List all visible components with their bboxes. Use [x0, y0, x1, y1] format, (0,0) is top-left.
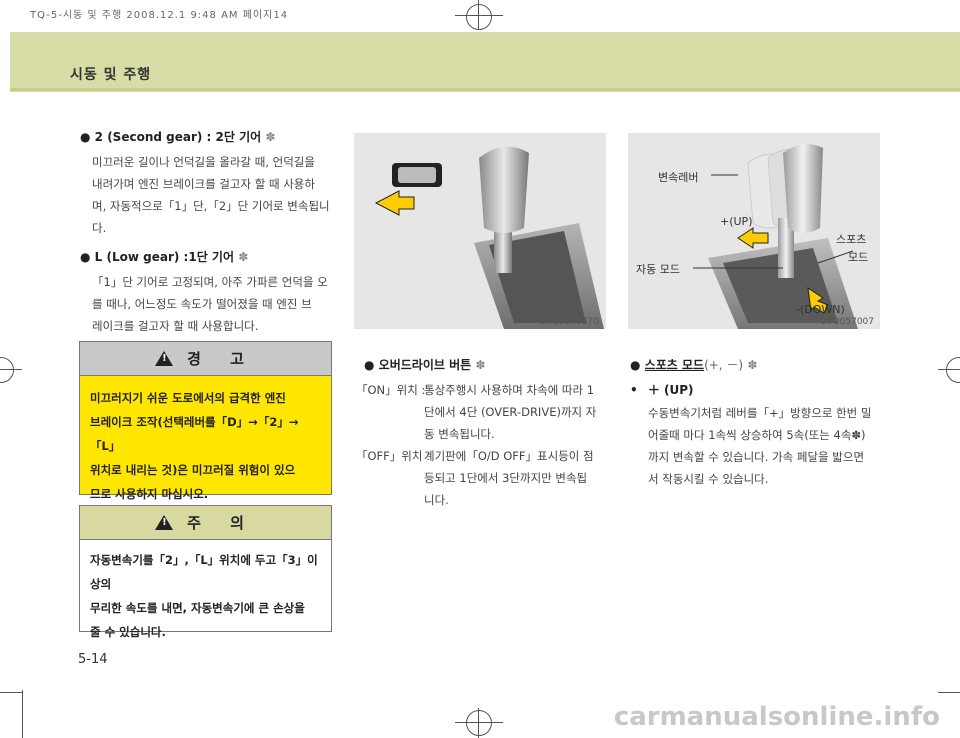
second-gear-section: ● 2 (Second gear) : 2단 기어 ✽ 미끄러운 길이나 언덕길… [80, 128, 335, 239]
on-label: 「ON」위치 : [356, 383, 426, 397]
label-auto-mode: 자동 모드 [636, 263, 680, 276]
star-icon: ✽ [475, 358, 486, 372]
caution-body: 자동변속기를「2」,「L」위치에 두고「3」이상의 무리한 속도를 내면, 자동… [80, 540, 331, 652]
watermark: carmanualsonline.info [613, 702, 940, 732]
up-title: ＋ (UP) [647, 383, 694, 397]
bullet-dot-icon: ● [80, 250, 91, 264]
label-lever: 변속레버 [658, 171, 699, 184]
star-icon: ✽ [265, 130, 276, 144]
page-number: 5-14 [78, 652, 108, 667]
low-gear-heading: ● L (Low gear) :1단 기어 ✽ [80, 248, 335, 265]
second-gear-heading: ● 2 (Second gear) : 2단 기어 ✽ [80, 128, 335, 145]
star-icon: ✽ [747, 358, 758, 372]
text-line: 단에서 4단 (OVER-DRIVE)까지 자 [424, 405, 597, 419]
crop-mark [22, 690, 23, 738]
text-line: 므로 사용하지 마십시오. [90, 487, 209, 501]
sport-mode-illustration: 변속레버 +(UP) 자동 모드 스포츠 모드 -(DOWN) OTQ05700… [628, 133, 880, 329]
sport-mode-heading: ● 스포츠 모드(+, －) ✽ [630, 356, 895, 373]
warning-body: 미끄러지기 쉬운 도로에서의 급격한 엔진 브레이크 조작(선택레버를「D」→「… [80, 376, 331, 516]
text-line: 무리한 속도를 내면, 자동변속기에 큰 손상을 [90, 601, 305, 615]
overdrive-off: 「OFF」위치 : 계기판에「O/D OFF」표시등이 점 등되고 1단에서 3… [356, 445, 621, 511]
overdrive-title: 오버드라이브 버튼 [378, 358, 472, 372]
text-line: 브레이크 조작(선택레버를「D」→「2」→「L」 [90, 415, 299, 453]
overdrive-section: ● 오버드라이브 버튼 ✽ 「ON」위치 : 통상주행시 사용하며 차속에 따라… [356, 356, 621, 511]
star-icon: ✽ [238, 250, 249, 264]
text-line: 통상주행시 사용하며 차속에 따라 1 [424, 383, 595, 397]
gear-shifter-illustration [374, 146, 604, 329]
header-rule [10, 88, 960, 91]
text-line: 니다. [424, 493, 449, 507]
label-sport-mode-1: 스포츠 [836, 233, 867, 246]
image-code: OTQ057007 [819, 317, 874, 327]
text-line: 까지 변속할 수 있습니다. 가속 페달을 밟으면 [648, 450, 865, 464]
text-line: 다. [92, 221, 107, 235]
warning-header: 경 고 [80, 342, 331, 376]
second-gear-text: 미끄러운 길이나 언덕길을 올라갈 때, 언덕길을 내려가며 엔진 브레이크를 … [80, 151, 335, 239]
overdrive-illustration: OTQ057007G [354, 133, 606, 329]
label-sport-mode-2: 모드 [848, 251, 869, 264]
caution-header: 주 의 [80, 506, 331, 540]
crop-mark [0, 692, 22, 693]
bullet-dot-icon: ● [364, 358, 375, 372]
bullet-dot-icon: ● [630, 358, 641, 372]
text-line: 수동변속기처럼 레버를「+」방향으로 한번 밀 [648, 406, 872, 420]
text-line: 줄 수 있습니다. [90, 625, 166, 639]
registration-circle [466, 710, 492, 736]
text-line: 어줄때 마다 1속씩 상승하여 5속(또는 4속✽) [648, 428, 866, 442]
bullet-dot-icon: ● [80, 130, 91, 144]
up-bullet: • [630, 383, 638, 397]
image-code: OTQ057007G [539, 317, 600, 327]
text-line: 위치로 내리는 것)은 미끄러질 위험이 있으 [90, 463, 296, 477]
warning-box: 경 고 미끄러지기 쉬운 도로에서의 급격한 엔진 브레이크 조작(선택레버를「… [79, 341, 332, 501]
text-line: 계기판에「O/D OFF」표시등이 점 [424, 449, 594, 463]
text-line: 「1」단 기어로 고정되며, 아주 가파른 언덕을 오 [92, 275, 328, 289]
up-text: 수동변속기처럼 레버를「+」방향으로 한번 밀 어줄때 마다 1속씩 상승하여 … [630, 402, 895, 490]
registration-circle [466, 4, 492, 30]
warning-triangle-icon [155, 351, 179, 366]
overdrive-on: 「ON」위치 : 통상주행시 사용하며 차속에 따라 1 단에서 4단 (OVE… [356, 379, 621, 445]
crop-mark [938, 692, 960, 693]
label-down: -(DOWN) [796, 303, 845, 316]
sport-mode-section: ● 스포츠 모드(+, －) ✽ • ＋ (UP) 수동변속기처럼 레버를「+」… [630, 356, 895, 490]
low-gear-text: 「1」단 기어로 고정되며, 아주 가파른 언덕을 오 를 때나, 어느정도 속… [80, 271, 335, 337]
off-label: 「OFF」위치 : [356, 449, 430, 463]
text-line: 내려가며 엔진 브레이크를 걸고자 할 때 사용하 [92, 177, 315, 191]
text-line: 동 변속됩니다. [424, 427, 495, 441]
sport-mode-title: 스포츠 모드 [644, 358, 705, 372]
text-line: 미끄러운 길이나 언덕길을 올라갈 때, 언덕길을 [92, 155, 315, 169]
caution-triangle-icon [155, 515, 179, 530]
low-gear-section: ● L (Low gear) :1단 기어 ✽ 「1」단 기어로 고정되며, 아… [80, 248, 335, 337]
text-line: 미끄러지기 쉬운 도로에서의 급격한 엔진 [90, 391, 286, 405]
text-line: 서 작동시킬 수 있습니다. [648, 472, 769, 486]
up-heading: • ＋ (UP) [630, 381, 895, 398]
section-title: 시동 및 주행 [70, 67, 152, 83]
text-line: 등되고 1단에서 3단까지만 변속됩 [424, 471, 588, 485]
text-line: 며, 자동적으로「1」단,「2」단 기어로 변속됩니 [92, 199, 330, 213]
overdrive-heading: ● 오버드라이브 버튼 ✽ [356, 356, 621, 373]
text-line: 레이크를 걸고자 할 때 사용합니다. [92, 319, 259, 333]
text-line: 자동변속기를「2」,「L」위치에 두고「3」이상의 [90, 553, 318, 591]
caution-title: 주 의 [187, 514, 256, 532]
text-line: 를 때나, 어느정도 속도가 떨어졌을 때 엔진 브 [92, 297, 312, 311]
caution-box: 주 의 자동변속기를「2」,「L」위치에 두고「3」이상의 무리한 속도를 내면… [79, 505, 332, 639]
registration-circle [946, 357, 960, 383]
sport-mode-suffix: (+, －) [704, 358, 744, 372]
label-up: +(UP) [720, 215, 753, 228]
second-gear-title: 2 (Second gear) : 2단 기어 [94, 130, 262, 144]
warning-title: 경 고 [187, 350, 256, 368]
registration-circle [0, 357, 14, 383]
print-header: TQ-5-시동 및 주행 2008.12.1 9:48 AM 페이지14 [30, 10, 289, 21]
low-gear-title: L (Low gear) :1단 기어 [94, 250, 234, 264]
header-band [10, 32, 960, 92]
